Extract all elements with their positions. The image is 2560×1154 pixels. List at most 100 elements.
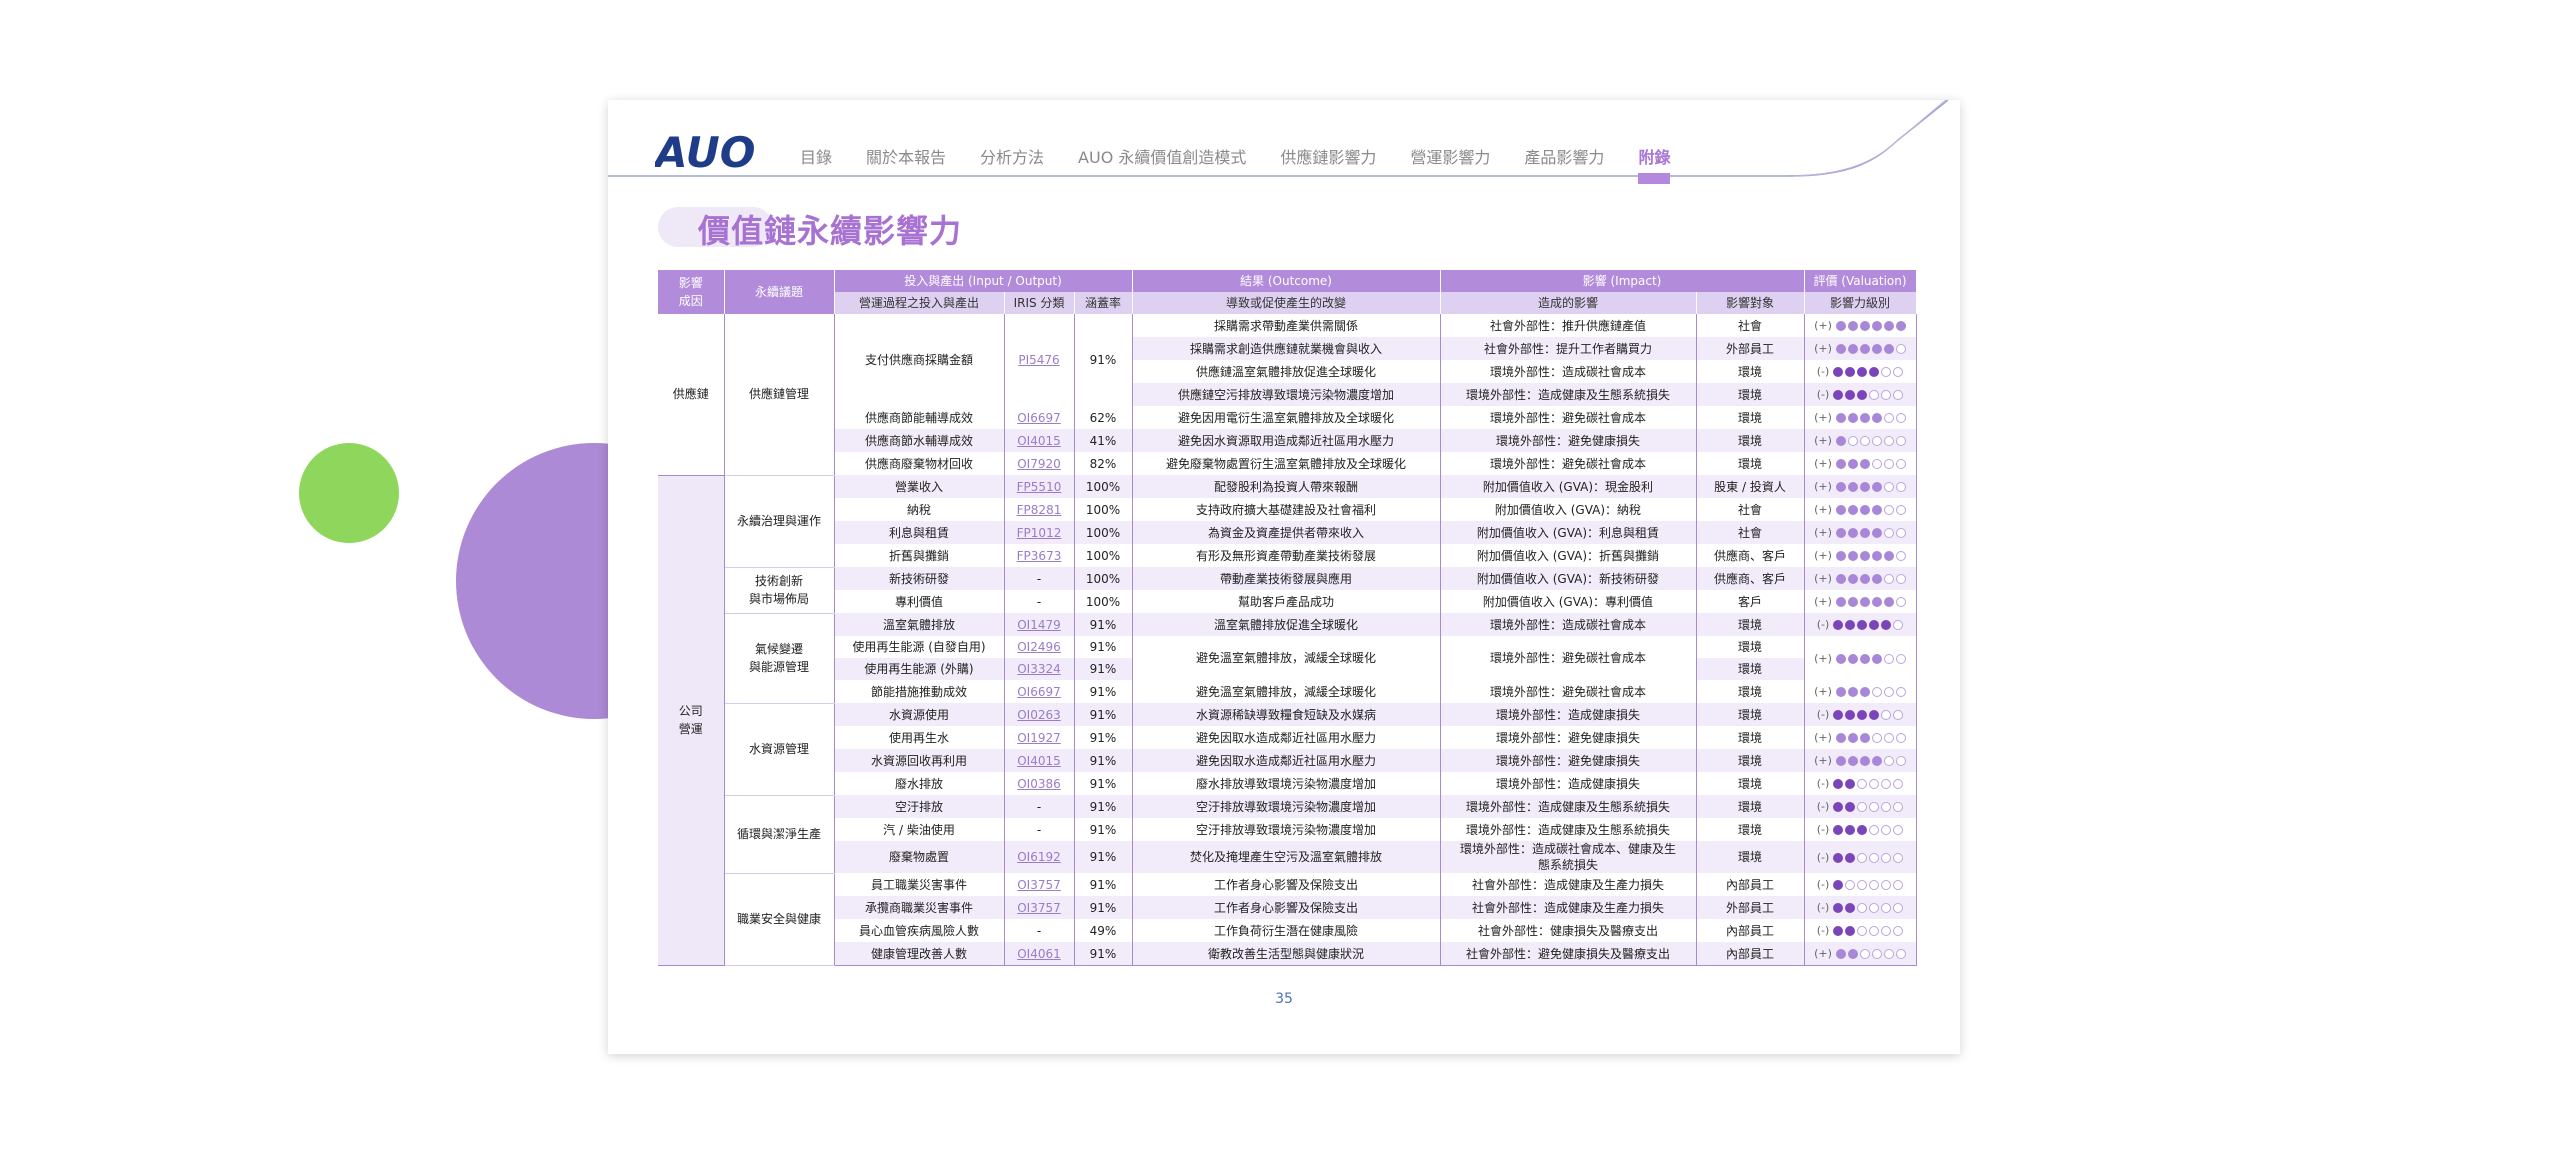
cell-cov: 91% — [1074, 795, 1133, 818]
nav-methodology[interactable]: 分析方法 — [980, 144, 1044, 168]
cell-target: 環境 — [1696, 613, 1805, 636]
cell-code[interactable]: PI5476 — [1004, 314, 1075, 406]
rating-dot-empty-icon — [1857, 903, 1868, 913]
nav-appendix[interactable]: 附錄 — [1638, 144, 1671, 184]
impact-level-rating: (+) — [1814, 453, 1906, 475]
rating-dot-filled-icon — [1895, 321, 1906, 331]
cell-code[interactable]: FP5510 — [1004, 475, 1075, 498]
impact-sign: (+) — [1814, 549, 1832, 562]
cell-code[interactable]: OI1479 — [1004, 613, 1075, 636]
cell-level: (+) — [1804, 590, 1917, 613]
cell-io: 專利價值 — [834, 590, 1005, 613]
impact-sign: (-) — [1816, 800, 1830, 813]
rating-dot-filled-icon — [1833, 825, 1844, 835]
cell-code[interactable]: OI7920 — [1004, 452, 1075, 475]
subheader-outcome: 導致或促使產生的改變 — [1132, 292, 1441, 314]
rating-dot-filled-icon — [1835, 413, 1846, 423]
cell-target: 外部員工 — [1696, 337, 1805, 360]
rating-dot-empty-icon — [1883, 482, 1894, 492]
cell-target: 環境 — [1696, 680, 1805, 703]
cell-code[interactable]: OI3757 — [1004, 873, 1075, 896]
rating-dot-filled-icon — [1833, 880, 1844, 890]
rating-dot-empty-icon — [1857, 802, 1868, 812]
rating-dot-filled-icon — [1871, 321, 1882, 331]
cell-target: 環境 — [1696, 772, 1805, 795]
cell-code[interactable]: OI0386 — [1004, 772, 1075, 795]
cell-level: (+) — [1804, 475, 1917, 498]
topic-cell: 氣候變遷 與能源管理 — [724, 613, 835, 704]
cell-code[interactable]: OI6192 — [1004, 841, 1075, 873]
cell-code[interactable]: OI4015 — [1004, 749, 1075, 772]
cell-outcome: 工作負荷衍生潛在健康風險 — [1132, 919, 1441, 942]
rating-dot-empty-icon — [1869, 779, 1880, 789]
cell-io: 使用再生能源 (自發自用) — [834, 636, 1005, 658]
cell-code[interactable]: FP3673 — [1004, 544, 1075, 567]
cell-code[interactable]: OI4061 — [1004, 942, 1075, 966]
cell-code[interactable]: OI3757 — [1004, 896, 1075, 919]
cell-code[interactable]: OI6697 — [1004, 406, 1075, 429]
rating-dot-filled-icon — [1835, 733, 1846, 743]
cell-io: 溫室氣體排放 — [834, 613, 1005, 636]
cell-code[interactable]: OI3324 — [1004, 658, 1075, 680]
nav-supply-chain[interactable]: 供應鏈影響力 — [1280, 144, 1376, 168]
cell-impact: 社會外部性：避免健康損失及醫療支出 — [1440, 942, 1697, 966]
rating-dot-filled-icon — [1847, 528, 1858, 538]
impact-sign: (-) — [1816, 618, 1830, 631]
impact-level-rating: (+) — [1814, 591, 1906, 613]
cell-code[interactable]: FP1012 — [1004, 521, 1075, 544]
cell-code[interactable]: FP8281 — [1004, 498, 1075, 521]
cell-impact: 附加價值收入 (GVA)：利息與租賃 — [1440, 521, 1697, 544]
cell-code[interactable]: OI1927 — [1004, 726, 1075, 749]
cell-cov: 91% — [1074, 818, 1133, 841]
cell-target: 環境 — [1696, 383, 1805, 406]
impact-sign: (-) — [1816, 850, 1830, 864]
rating-dot-filled-icon — [1871, 344, 1882, 354]
cell-outcome: 空汙排放導致環境污染物濃度增加 — [1132, 818, 1441, 841]
cell-code[interactable]: OI0263 — [1004, 703, 1075, 726]
nav-value-model[interactable]: AUO 永續價值創造模式 — [1078, 144, 1246, 168]
table-row: 供應商節水輔導成效 OI4015 41% 避免因水資源取用造成鄰近社區用水壓力 環境外部… — [658, 429, 1917, 452]
cell-cov: 82% — [1074, 452, 1133, 475]
rating-dot-filled-icon — [1845, 779, 1856, 789]
impact-level-rating: (-) — [1817, 847, 1904, 869]
nav-products[interactable]: 產品影響力 — [1524, 144, 1604, 168]
table-row: 使用再生能源 (自發自用) OI2496 91% 避免溫室氣體排放，減緩全球暖化 環境外… — [658, 636, 1917, 680]
nav-contents[interactable]: 目錄 — [800, 144, 832, 168]
cell-io: 新技術研發 — [834, 567, 1005, 590]
impact-line: 態系統損失 — [1537, 858, 1598, 872]
cell-impact: 附加價值收入 (GVA)：納稅 — [1440, 498, 1697, 521]
rating-dot-filled-icon — [1859, 551, 1870, 561]
cell-outcome: 避免溫室氣體排放，減緩全球暖化 — [1132, 680, 1441, 703]
rating-dot-empty-icon — [1895, 733, 1906, 743]
cell-target: 內部員工 — [1696, 919, 1805, 942]
rating-dot-empty-icon — [1881, 926, 1892, 936]
cell-io: 使用再生水 — [834, 726, 1005, 749]
rating-dot-filled-icon — [1847, 756, 1858, 766]
rating-dot-filled-icon — [1859, 733, 1870, 743]
cell-code[interactable]: OI2496 — [1004, 636, 1075, 658]
rating-dot-filled-icon — [1847, 482, 1858, 492]
impact-level-rating: (-) — [1817, 384, 1904, 406]
impact-level-rating: (-) — [1817, 819, 1904, 841]
nav-operations[interactable]: 營運影響力 — [1410, 144, 1490, 168]
impact-level-rating: (+) — [1814, 681, 1906, 703]
nav-about[interactable]: 關於本報告 — [866, 144, 946, 168]
header-input-output: 投入與產出 (Input / Output) — [834, 270, 1133, 292]
cell-impact: 環境外部性：避免健康損失 — [1440, 726, 1697, 749]
rating-dot-filled-icon — [1845, 825, 1856, 835]
rating-dot-filled-icon — [1859, 687, 1870, 697]
cell-code[interactable]: OI6697 — [1004, 680, 1075, 703]
rating-dot-filled-icon — [1871, 653, 1882, 664]
impact-sign: (+) — [1814, 411, 1832, 424]
cell-outcome: 工作者身心影響及保險支出 — [1132, 873, 1441, 896]
rating-dot-filled-icon — [1847, 505, 1858, 515]
cell-impact: 環境外部性：避免健康損失 — [1440, 429, 1697, 452]
cell-code[interactable]: OI4015 — [1004, 429, 1075, 452]
impact-level-rating: (-) — [1817, 614, 1904, 636]
rating-dot-filled-icon — [1835, 436, 1846, 446]
impact-sign: (+) — [1814, 526, 1832, 539]
cell-level: (-) — [1804, 795, 1917, 818]
green-circle-decoration — [299, 443, 399, 543]
rating-dot-filled-icon — [1835, 321, 1846, 331]
rating-dot-filled-icon — [1835, 597, 1846, 607]
